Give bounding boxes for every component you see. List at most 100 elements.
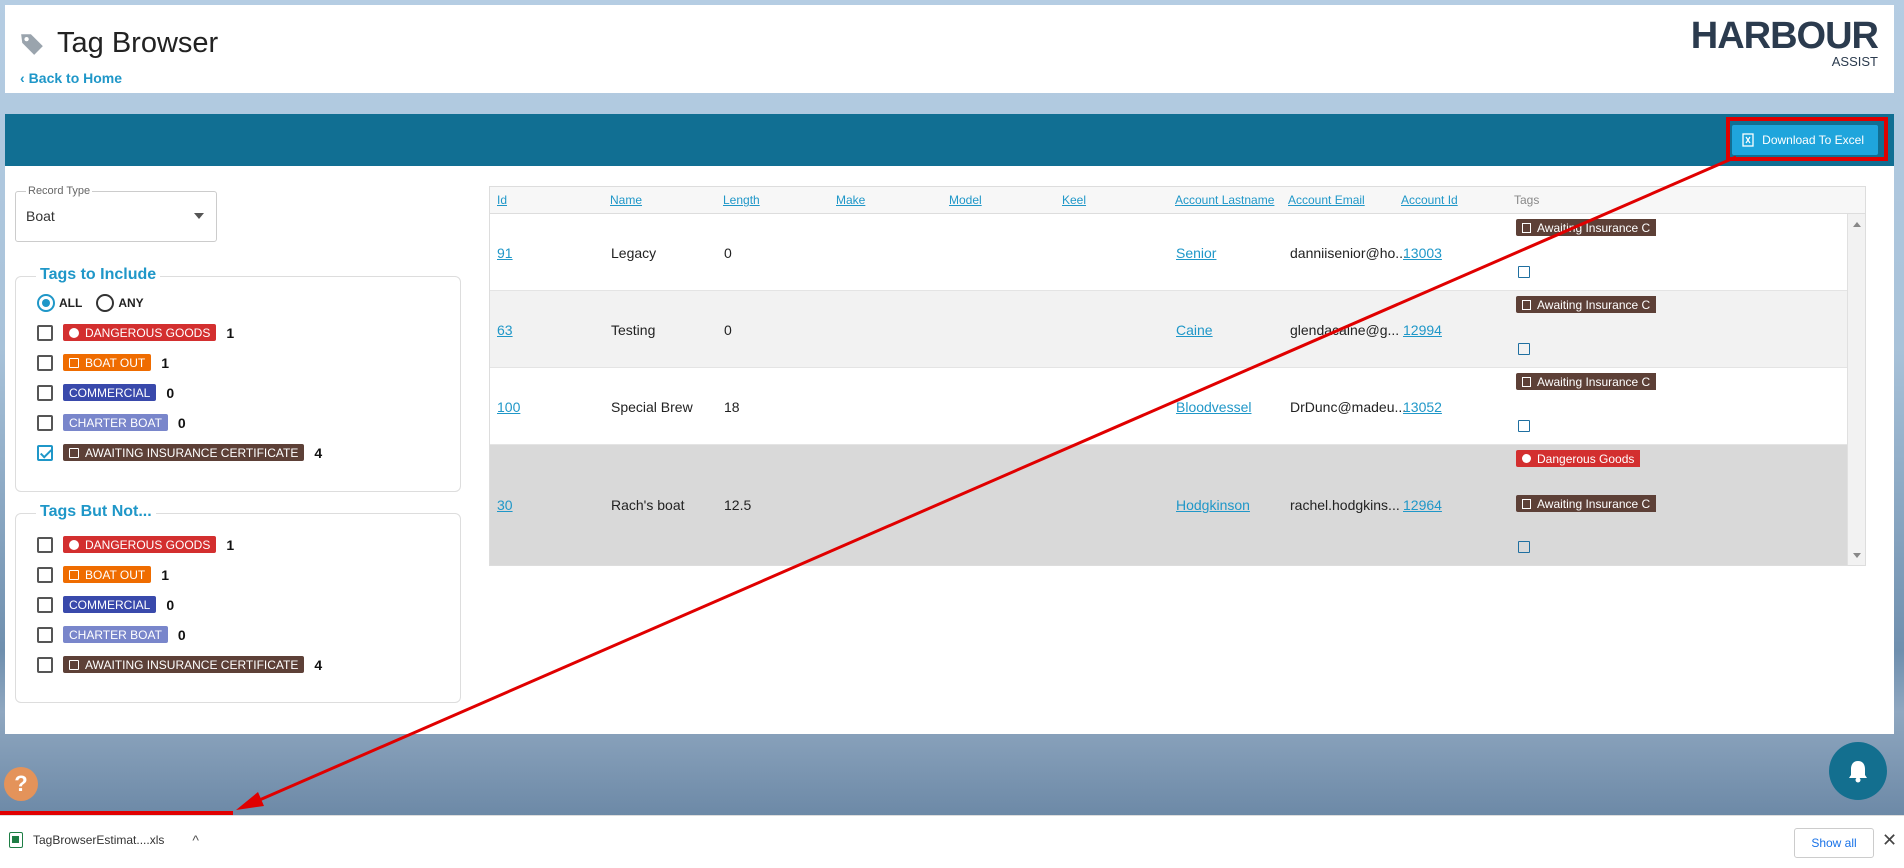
column-header-account-id[interactable]: Account Id bbox=[1401, 193, 1458, 207]
cell-email: DrDunc@madeu... bbox=[1290, 399, 1407, 415]
exclude-checkbox-charter-boat[interactable] bbox=[37, 626, 53, 643]
tag-label: AWAITING INSURANCE CERTIFICATE bbox=[85, 657, 299, 672]
exit-icon bbox=[69, 357, 79, 368]
tag-chip-charter-boat: CHARTER BOAT bbox=[63, 626, 168, 643]
tag-label: BOAT OUT bbox=[85, 355, 146, 370]
cell-account-id-link[interactable]: 12964 bbox=[1403, 497, 1442, 513]
exit-icon bbox=[69, 569, 79, 580]
tags-but-not-group: Tags But Not... DANGEROUS GOODS 1 BOAT O… bbox=[15, 503, 461, 703]
flame-icon bbox=[1522, 454, 1531, 463]
table-row: 30 Rach's boat 12.5 Hodgkinson rachel.ho… bbox=[490, 445, 1848, 565]
show-all-downloads-button[interactable]: Show all bbox=[1794, 828, 1874, 858]
document-icon bbox=[1522, 299, 1531, 310]
tag-chip-awaiting-insurance: AWAITING INSURANCE CERTIFICATE bbox=[63, 444, 305, 461]
excel-file-icon bbox=[9, 832, 23, 848]
chevron-up-icon[interactable]: ^ bbox=[192, 832, 199, 848]
cell-name: Testing bbox=[611, 322, 656, 338]
logo-main-text: HARBOUR bbox=[1690, 15, 1879, 57]
tag-chip-boat-out: BOAT OUT bbox=[63, 354, 152, 371]
close-download-bar-icon[interactable]: ✕ bbox=[1882, 830, 1897, 851]
cell-name: Special Brew bbox=[611, 399, 693, 415]
radio-any[interactable] bbox=[96, 294, 115, 312]
tag-count: 0 bbox=[177, 414, 186, 431]
help-button[interactable]: ? bbox=[4, 767, 38, 801]
cell-id-link[interactable]: 100 bbox=[497, 399, 520, 415]
include-row-boat-out: BOAT OUT 1 bbox=[37, 354, 169, 371]
grid-header: Id Name Length Make Model Keel Account L… bbox=[490, 187, 1865, 214]
exclude-checkbox-dangerous-goods[interactable] bbox=[37, 536, 53, 553]
scroll-up-arrow-icon[interactable] bbox=[1853, 222, 1861, 227]
edit-icon[interactable] bbox=[1518, 541, 1530, 553]
flame-icon bbox=[69, 539, 79, 550]
tag-chip-charter-boat: CHARTER BOAT bbox=[63, 414, 168, 431]
tag-count: 1 bbox=[161, 566, 170, 583]
edit-icon[interactable] bbox=[1518, 343, 1530, 355]
page-header: Tag Browser ‹ Back to Home HARBOUR ASSIS… bbox=[5, 5, 1894, 93]
downloaded-file-name: TagBrowserEstimat....xls bbox=[33, 833, 165, 847]
include-checkbox-dangerous-goods[interactable] bbox=[37, 324, 53, 341]
table-row: 63 Testing 0 Caine glendacaine@g... 1299… bbox=[490, 291, 1848, 368]
tag-label: CHARTER BOAT bbox=[69, 627, 162, 642]
downloaded-file-item[interactable]: TagBrowserEstimat....xls ^ bbox=[9, 832, 199, 848]
bell-icon bbox=[1849, 761, 1867, 783]
exclude-row-dangerous-goods: DANGEROUS GOODS 1 bbox=[37, 536, 234, 553]
column-header-account-lastname[interactable]: Account Lastname bbox=[1175, 193, 1274, 207]
radio-all[interactable] bbox=[37, 294, 55, 312]
cell-account-id-link[interactable]: 13052 bbox=[1403, 399, 1442, 415]
cell-length: 12.5 bbox=[724, 497, 752, 513]
tag-count: 0 bbox=[177, 626, 186, 643]
tag-count: 4 bbox=[314, 656, 323, 673]
column-header-id[interactable]: Id bbox=[497, 193, 507, 207]
notifications-button[interactable] bbox=[1829, 742, 1887, 800]
exclude-checkbox-commercial[interactable] bbox=[37, 596, 53, 613]
cell-lastname-link[interactable]: Bloodvessel bbox=[1176, 399, 1252, 415]
exclude-checkbox-awaiting-insurance[interactable] bbox=[37, 656, 53, 673]
cell-lastname-link[interactable]: Hodgkinson bbox=[1176, 497, 1250, 513]
include-checkbox-boat-out[interactable] bbox=[37, 354, 53, 371]
tag-icon bbox=[21, 33, 43, 55]
main-panel: Download To Excel Record Type Boat Tags … bbox=[5, 114, 1894, 734]
back-to-home-link[interactable]: ‹ Back to Home bbox=[20, 70, 122, 86]
tag-chip-commercial: COMMERCIAL bbox=[63, 596, 157, 613]
grid-scrollbar[interactable] bbox=[1847, 214, 1865, 565]
exclude-checkbox-boat-out[interactable] bbox=[37, 566, 53, 583]
radio-all-label: ALL bbox=[59, 296, 83, 310]
include-checkbox-awaiting-insurance[interactable] bbox=[37, 444, 53, 461]
tag-count: 0 bbox=[166, 384, 175, 401]
caret-down-icon bbox=[194, 213, 204, 219]
tag-count: 0 bbox=[166, 596, 175, 613]
cell-id-link[interactable]: 91 bbox=[497, 245, 513, 261]
column-header-keel[interactable]: Keel bbox=[1062, 193, 1086, 207]
scroll-down-arrow-icon[interactable] bbox=[1853, 553, 1861, 558]
cell-lastname-link[interactable]: Senior bbox=[1176, 245, 1216, 261]
cell-length: 0 bbox=[724, 322, 732, 338]
cell-id-link[interactable]: 63 bbox=[497, 322, 513, 338]
cell-lastname-link[interactable]: Caine bbox=[1176, 322, 1213, 338]
help-icon: ? bbox=[14, 771, 28, 796]
cell-account-id-link[interactable]: 13003 bbox=[1403, 245, 1442, 261]
document-icon bbox=[69, 659, 79, 670]
column-header-model[interactable]: Model bbox=[949, 193, 982, 207]
exclude-row-charter-boat: CHARTER BOAT 0 bbox=[37, 626, 186, 643]
include-checkbox-charter-boat[interactable] bbox=[37, 414, 53, 431]
edit-icon[interactable] bbox=[1518, 266, 1530, 278]
tag-chip-commercial: COMMERCIAL bbox=[63, 384, 157, 401]
column-header-make[interactable]: Make bbox=[836, 193, 865, 207]
chevron-left-icon: ‹ bbox=[20, 70, 25, 86]
column-header-account-email[interactable]: Account Email bbox=[1288, 193, 1365, 207]
column-header-name[interactable]: Name bbox=[610, 193, 642, 207]
cell-length: 18 bbox=[724, 399, 740, 415]
column-header-length[interactable]: Length bbox=[723, 193, 760, 207]
exclude-row-commercial: COMMERCIAL 0 bbox=[37, 596, 174, 613]
cell-account-id-link[interactable]: 12994 bbox=[1403, 322, 1442, 338]
include-row-commercial: COMMERCIAL 0 bbox=[37, 384, 174, 401]
cell-name: Legacy bbox=[611, 245, 657, 261]
document-icon bbox=[69, 447, 79, 458]
edit-icon[interactable] bbox=[1518, 420, 1530, 432]
record-type-select[interactable]: Record Type Boat bbox=[15, 185, 217, 242]
include-checkbox-commercial[interactable] bbox=[37, 384, 53, 401]
cell-id-link[interactable]: 30 bbox=[497, 497, 513, 513]
table-row: 100 Special Brew 18 Bloodvessel DrDunc@m… bbox=[490, 368, 1848, 445]
cell-email: danniisenior@ho... bbox=[1290, 245, 1407, 261]
document-icon bbox=[1522, 222, 1531, 233]
